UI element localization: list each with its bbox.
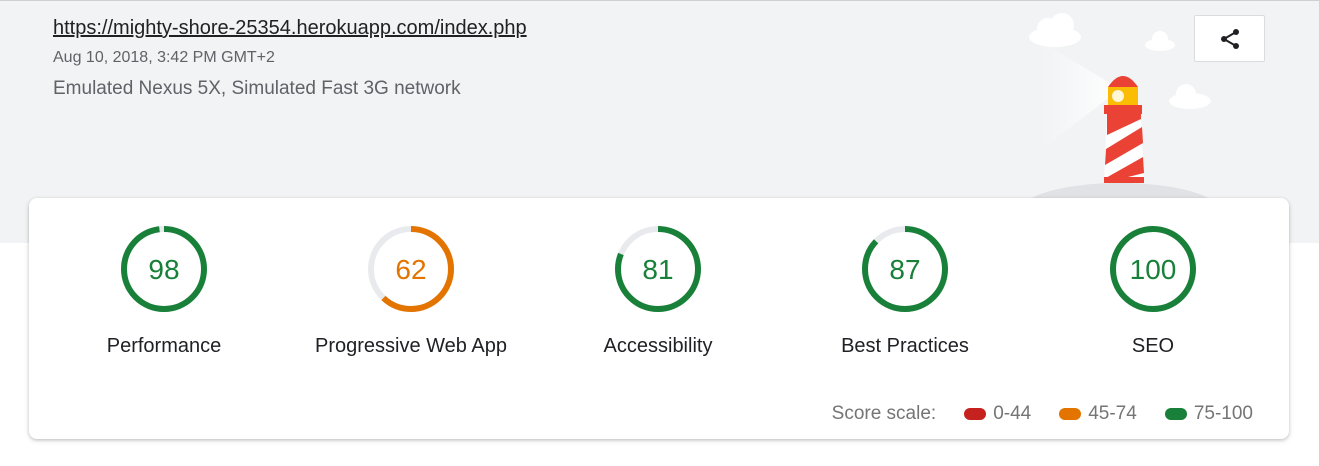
gauge-score: 81 (642, 254, 673, 285)
score-scale: Score scale: 0-44 45-74 75-100 (832, 403, 1253, 425)
score-scale-range: 45-74 (1088, 403, 1137, 424)
gauge-ring: 81 (615, 226, 701, 312)
score-scale-ranges: 0-44 45-74 75-100 (936, 403, 1253, 425)
score-scale-label: Score scale: (831, 403, 937, 424)
gauge-label: Progressive Web App (315, 335, 507, 357)
gauge-label: Accessibility (603, 335, 713, 357)
score-scale-swatch (1059, 408, 1082, 420)
score-scale-range: 75-100 (1193, 403, 1253, 424)
score-scale-range: 0-44 (993, 403, 1032, 424)
scores-card: 98 Performance 62 Progressive Web App 81 Acce… (29, 198, 1289, 439)
gauge-score: 100 (1130, 254, 1177, 285)
report-device-info: Emulated Nexus 5X, Simulated Fast 3G net… (53, 78, 461, 99)
report-url-link[interactable]: https://mighty-shore-25354.herokuapp.com… (53, 17, 527, 40)
gauge-label: Performance (106, 335, 222, 357)
score-scale-item: 0-44 (964, 403, 1031, 425)
gauge-ring: 100 (1110, 226, 1196, 312)
score-scale-item: 45-74 (1059, 403, 1137, 425)
gauge-label: SEO (1131, 335, 1175, 357)
gauge-score: 98 (148, 254, 179, 285)
gauge-ring: 87 (862, 226, 948, 312)
gauge-performance[interactable]: 98 Performance (44, 223, 284, 358)
gauge-progressive-web-app[interactable]: 62 Progressive Web App (291, 223, 531, 358)
gauge-label: Best Practices (841, 335, 969, 357)
gauge-seo[interactable]: 100 SEO (1033, 223, 1273, 358)
gauge-score: 62 (395, 254, 426, 285)
score-scale-item: 75-100 (1164, 403, 1253, 425)
score-scale-swatch (964, 408, 987, 420)
gauge-ring: 62 (368, 226, 454, 312)
report-timestamp: Aug 10, 2018, 3:42 PM GMT+2 (53, 49, 275, 66)
share-icon (1220, 28, 1239, 49)
gauge-ring: 98 (121, 226, 207, 312)
share-button[interactable] (1194, 15, 1265, 62)
gauge-accessibility[interactable]: 81 Accessibility (538, 223, 778, 358)
gauge-best-practices[interactable]: 87 Best Practices (785, 223, 1025, 358)
gauge-score: 87 (889, 254, 920, 285)
score-scale-swatch (1164, 408, 1187, 420)
